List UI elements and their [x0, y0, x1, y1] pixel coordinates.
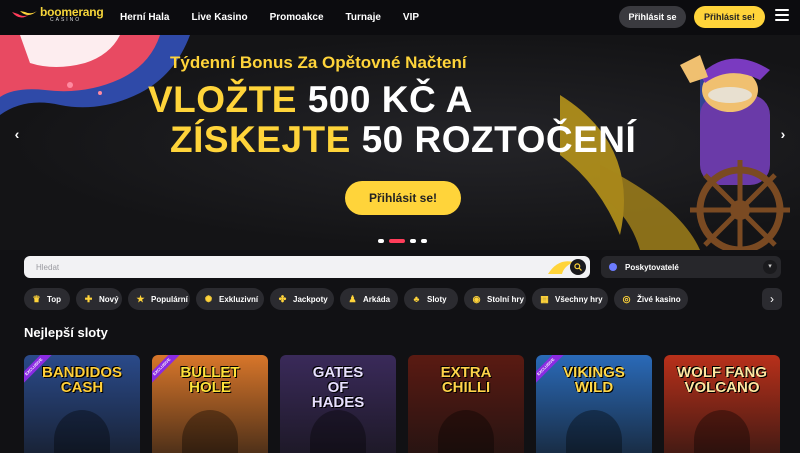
game-artwork	[310, 410, 366, 453]
chevron-right-icon[interactable]: ›	[762, 288, 782, 310]
game-title: WOLF FANG VOLCANO	[677, 364, 767, 396]
game-artwork	[54, 410, 110, 453]
game-artwork	[182, 410, 238, 453]
game-title: VIKINGS WILD	[563, 364, 625, 396]
star-icon: ★	[136, 293, 145, 304]
tab-arkáda[interactable]: ♟ Arkáda	[340, 288, 398, 310]
hero-headline-line2: ZÍSKEJTE 50 ROZTOČENÍ	[170, 119, 637, 160]
search-input[interactable]	[36, 256, 556, 278]
tab-všechny-hry[interactable]: ▦ Všechny hry	[532, 288, 608, 310]
game-title: BANDIDOS CASH	[41, 364, 122, 396]
tab-label: Nový	[99, 294, 119, 304]
hero-cta-button[interactable]: Přihlásit se!	[345, 181, 461, 215]
game-card[interactable]: VIKINGS WILD EXCLUSIVE	[536, 355, 652, 453]
game-title: BULLET HOLE	[180, 364, 240, 396]
nav-item-herni-hala[interactable]: Herní Hala	[120, 12, 169, 23]
tab-label: Jackpoty	[293, 294, 328, 304]
game-card[interactable]: EXTRA CHILLI	[408, 355, 524, 453]
tab-label: Populární	[151, 294, 188, 304]
game-artwork	[694, 410, 750, 453]
chevron-down-icon: ▾	[763, 260, 777, 274]
tab-populární[interactable]: ★ Populární	[128, 288, 190, 310]
tab-stolní-hry[interactable]: ◉ Stolní hry	[464, 288, 526, 310]
tab-label: Top	[47, 294, 62, 304]
grid-icon: ▦	[540, 293, 549, 304]
login-button[interactable]: Přihlásit se	[619, 6, 686, 28]
boomerang-logo-icon	[10, 8, 38, 22]
gear-icon: ✺	[204, 293, 213, 304]
chevron-left-icon[interactable]: ‹	[10, 127, 24, 141]
tab-živé-kasino[interactable]: ◎ Živé kasino	[614, 288, 688, 310]
tab-label: Všechny hry	[555, 294, 603, 304]
tab-label: Arkáda	[363, 294, 391, 304]
nav-item-live-kasino[interactable]: Live Kasino	[191, 12, 247, 23]
carousel-dot[interactable]	[410, 239, 416, 243]
tab-top[interactable]: ♛ Top	[24, 288, 70, 310]
carousel-dot[interactable]	[421, 239, 427, 243]
cherries-icon: ♣	[413, 293, 420, 304]
eye-icon: ◎	[622, 293, 631, 304]
hero-banner: Týdenní Bonus Za Opětovné Načtení VLOŽTE…	[0, 35, 800, 250]
hamburger-menu-icon[interactable]	[775, 9, 789, 23]
joystick-icon: ♟	[348, 293, 357, 304]
providers-label: Poskytovatelé	[625, 262, 679, 272]
tab-sloty[interactable]: ♣ Sloty	[404, 288, 458, 310]
game-artwork	[566, 410, 622, 453]
top-header: boomerang CASINO Herní Hala Live Kasino …	[0, 0, 800, 35]
tab-exkluzivní[interactable]: ✺ Exkluzivní	[196, 288, 264, 310]
plus-icon: ✚	[84, 293, 93, 304]
chevron-right-icon[interactable]: ›	[776, 127, 790, 141]
chip-icon: ◉	[472, 293, 481, 304]
tab-label: Sloty	[427, 294, 447, 304]
carousel-dot[interactable]	[378, 239, 384, 243]
main-nav: Herní Hala Live Kasino Promoakce Turnaje…	[120, 0, 419, 35]
game-card[interactable]: GATES OF HADES	[280, 355, 396, 453]
nav-item-vip[interactable]: VIP	[403, 12, 419, 23]
carousel-dots	[378, 239, 427, 243]
register-button[interactable]: Přihlásit se!	[694, 6, 765, 28]
providers-dropdown[interactable]: Poskytovatelé ▾	[601, 256, 781, 278]
game-artwork	[438, 410, 494, 453]
hero-headline-line1: VLOŽTE 500 KČ A	[148, 79, 473, 120]
game-card[interactable]: BANDIDOS CASH EXCLUSIVE	[24, 355, 140, 453]
game-title: EXTRA CHILLI	[440, 364, 492, 396]
tab-nový[interactable]: ✚ Nový	[76, 288, 122, 310]
tab-label: Exkluzivní	[219, 294, 259, 304]
carousel-dot[interactable]	[389, 239, 405, 243]
game-title: GATES OF HADES	[311, 364, 365, 411]
crown-icon: ♛	[32, 293, 41, 304]
section-title: Nejlepší sloty	[24, 325, 108, 340]
logo[interactable]: boomerang CASINO	[10, 6, 104, 23]
game-card[interactable]: WOLF FANG VOLCANO	[664, 355, 780, 453]
search-icon[interactable]	[570, 259, 586, 275]
tab-jackpoty[interactable]: ✤ Jackpoty	[270, 288, 334, 310]
clover-icon: ✤	[278, 293, 287, 304]
hero-subtitle: Týdenní Bonus Za Opětovné Načtení	[170, 53, 467, 72]
game-card[interactable]: BULLET HOLE EXCLUSIVE	[152, 355, 268, 453]
tab-label: Živé kasino	[637, 294, 681, 304]
providers-icon	[609, 263, 617, 271]
nav-item-promoakce[interactable]: Promoakce	[270, 12, 324, 23]
tab-label: Stolní hry	[487, 294, 524, 304]
nav-item-turnaje[interactable]: Turnaje	[346, 12, 381, 23]
search-bar	[24, 256, 590, 278]
